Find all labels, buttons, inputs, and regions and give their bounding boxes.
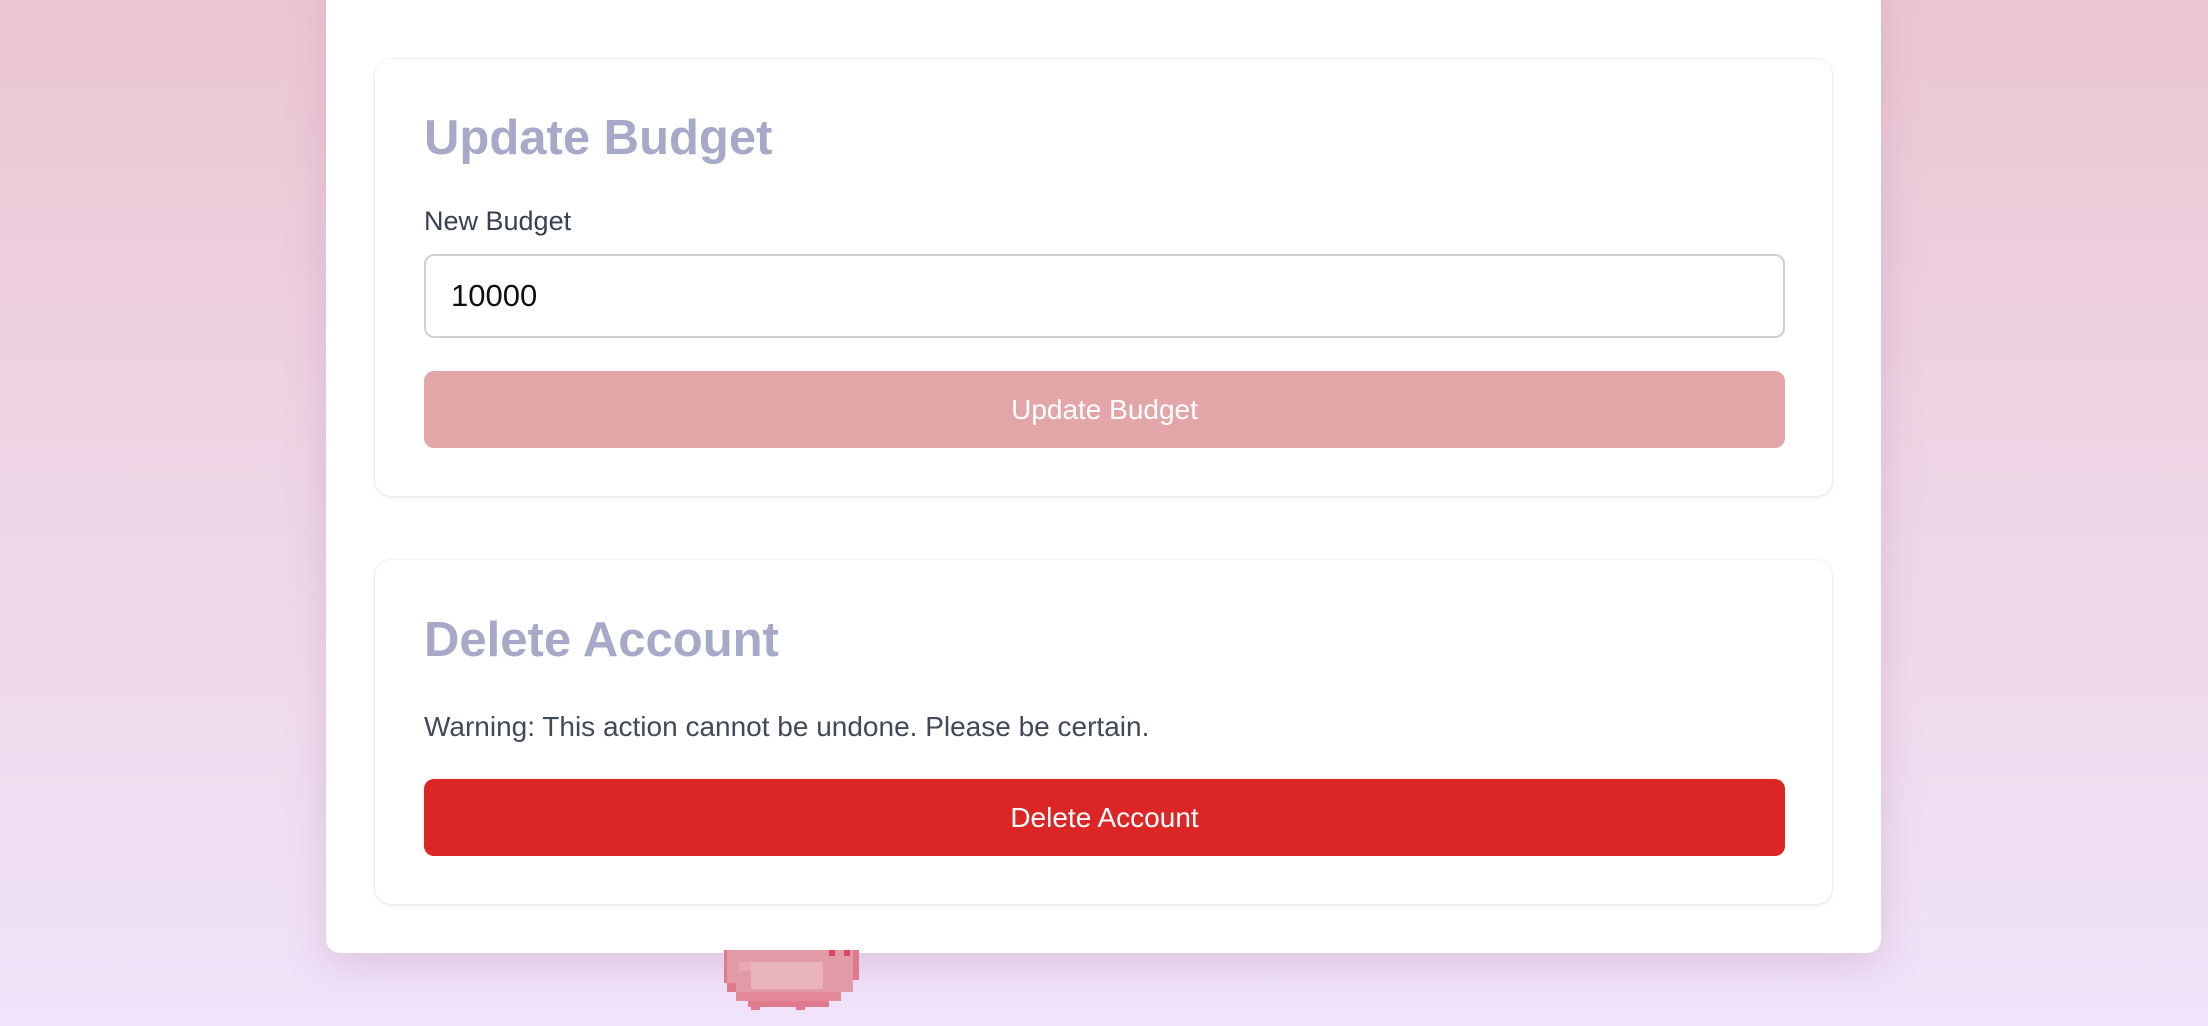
pixel-pig-icon bbox=[724, 950, 868, 1010]
delete-account-title: Delete Account bbox=[424, 613, 779, 667]
delete-warning-text: Warning: This action cannot be undone. P… bbox=[424, 711, 1150, 742]
new-budget-label: New Budget bbox=[424, 206, 572, 236]
update-budget-button[interactable]: Update Budget bbox=[424, 371, 1785, 448]
delete-account-card: Delete Account Warning: This action cann… bbox=[375, 560, 1832, 904]
new-budget-input[interactable] bbox=[424, 254, 1785, 338]
update-budget-card: Update Budget New Budget Update Budget bbox=[375, 59, 1832, 496]
delete-account-button[interactable]: Delete Account bbox=[424, 779, 1785, 856]
update-budget-title: Update Budget bbox=[424, 111, 773, 165]
